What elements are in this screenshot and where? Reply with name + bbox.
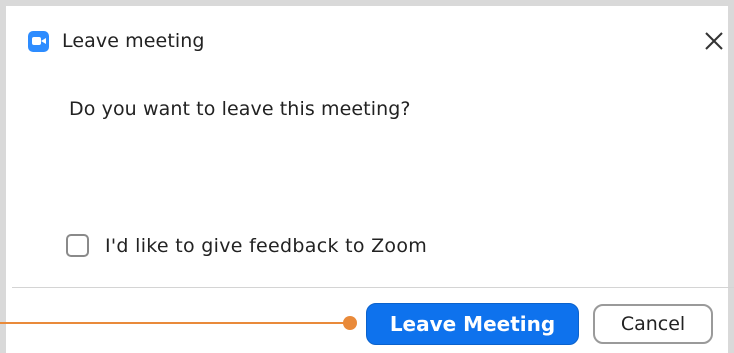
zoom-camera-icon: [28, 30, 49, 52]
feedback-checkbox[interactable]: [66, 234, 89, 257]
feedback-option[interactable]: I'd like to give feedback to Zoom: [66, 234, 427, 257]
leave-question-text: Do you want to leave this meeting?: [69, 98, 411, 120]
leave-meeting-button[interactable]: Leave Meeting: [366, 303, 579, 345]
camera-body: [32, 36, 41, 45]
cancel-button[interactable]: Cancel: [593, 304, 713, 344]
footer-divider: [12, 287, 734, 288]
annotation-pointer-dot: [343, 316, 357, 330]
close-icon: [705, 32, 723, 50]
dialog-title: Leave meeting: [62, 30, 205, 52]
feedback-checkbox-label[interactable]: I'd like to give feedback to Zoom: [105, 235, 427, 257]
title-bar: Leave meeting: [28, 26, 205, 56]
close-button[interactable]: [701, 28, 727, 54]
annotation-pointer-line: [0, 322, 349, 324]
camera-lens: [41, 37, 46, 44]
leave-meeting-dialog: Leave meeting Do you want to leave this …: [0, 0, 734, 353]
